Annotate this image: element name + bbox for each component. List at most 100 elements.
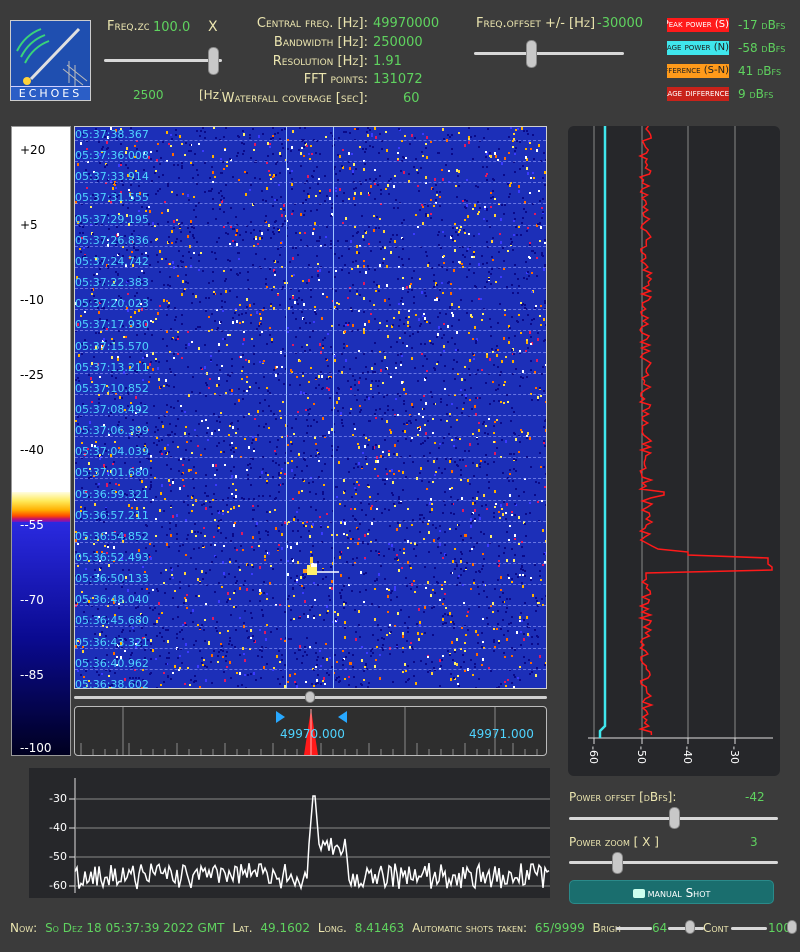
manual-shot-label: manual Shot (647, 886, 711, 900)
waterfall-gridline (75, 393, 546, 395)
freq-offset-label: Freq.offset +/- [Hz] (476, 16, 596, 31)
colorbar-blue-region (12, 522, 70, 755)
bottom-tick-label: -50 (49, 850, 67, 863)
central-freq-label: Central freq. [Hz]: (256, 16, 368, 31)
right-freq-label: 49971.000 (469, 727, 534, 741)
fft-points-label: FFT points: (303, 72, 368, 87)
legend-difference-value: 41 dBfs (738, 64, 782, 78)
waterfall-coverage-value: 60 (403, 91, 420, 106)
long-value: 8.41463 (354, 921, 405, 935)
color-scale-bar: +20 +5 --10 --25 --40 --55 --70 --85 --1… (11, 126, 71, 756)
waterfall-gridline (75, 330, 546, 332)
waterfall-gridline (75, 224, 546, 226)
freq-zoom-unit-hz: [Hz] (199, 88, 221, 102)
manual-shot-button[interactable]: manual Shot (569, 880, 774, 904)
power-spectrum-panel: -60 -50 -40 -30 (568, 126, 780, 776)
waterfall-gridline (75, 626, 546, 628)
power-offset-slider-handle[interactable] (668, 807, 680, 829)
waterfall-gridline (75, 584, 546, 586)
waterfall-gridline (75, 288, 546, 290)
echoes-logo: ECHOES (10, 20, 91, 101)
freq-zoom-unit-x: X (208, 19, 218, 35)
bottom-tick-label: -40 (49, 821, 67, 834)
resolution-value: 1.91 (373, 54, 402, 69)
long-label: Long. (317, 921, 347, 935)
waterfall-coverage-label: Waterfall coverage [sec]: (221, 91, 368, 106)
waterfall-gridline (75, 436, 546, 438)
colorbar-white-region (12, 127, 70, 492)
now-label: Now: (10, 921, 38, 935)
waterfall-gridline (75, 266, 546, 268)
waterfall-gridline (75, 499, 546, 501)
right-arrow-icon[interactable] (276, 711, 285, 723)
contrast-slider-track[interactable] (731, 927, 767, 930)
spectrum-tick-label: -60 (587, 746, 600, 764)
now-value: So Dez 18 05:37:39 2022 GMT (45, 921, 225, 935)
waterfall-gridline (75, 351, 546, 353)
brightness-slider-track[interactable] (616, 927, 652, 930)
legend-average-difference-value: 9 dBfs (738, 87, 774, 101)
power-offset-value: -42 (745, 790, 765, 804)
waterfall-scroll-handle[interactable] (305, 691, 315, 703)
average-power-line (598, 126, 607, 738)
status-bar: Now: So Dez 18 05:37:39 2022 GMT Lat. 49… (10, 921, 625, 935)
freq-offset-slider-handle[interactable] (526, 40, 537, 68)
waterfall-gridline (75, 563, 546, 564)
colorbar-label: --25 (20, 368, 44, 382)
freq-zoom-label: Freq.zo (107, 19, 149, 34)
legend-average-difference: Average difference (667, 87, 729, 101)
spectrum-tick-label: -40 (681, 746, 694, 764)
waterfall-gridline (75, 182, 546, 184)
lat-label: Lat. (232, 921, 253, 935)
waterfall-gridline (75, 245, 546, 247)
freq-zoom-value: 100.0 (153, 20, 191, 35)
central-freq-value: 49970000 (373, 16, 440, 31)
power-zoom-value: 3 (750, 835, 758, 849)
colorbar-label: --10 (20, 293, 44, 307)
freq-zoom-slider-handle[interactable] (207, 47, 219, 75)
waterfall-gridline (75, 372, 546, 374)
freq-zoom-min-value: 2500 (133, 88, 164, 102)
power-zoom-slider-handle[interactable] (612, 852, 624, 874)
contrast-label: Cont (703, 921, 729, 935)
logo-text: ECHOES (11, 86, 90, 100)
power-trace (74, 795, 550, 891)
resolution-label: Resolution [Hz]: (272, 54, 368, 69)
waterfall-gridline (75, 414, 546, 416)
power-zoom-slider-track[interactable] (569, 861, 778, 864)
power-offset-label: Power offset [dBfs]: (569, 790, 677, 804)
waterfall-gridline (75, 203, 546, 205)
waterfall-gridline (75, 457, 546, 459)
freq-zoom-slider-track[interactable] (104, 59, 222, 62)
brightness-slider-handle[interactable] (685, 920, 695, 934)
brightness-value: 64 (652, 921, 668, 935)
colorbar-label: +20 (20, 143, 46, 157)
power-zoom-label: Power zoom [ X ] (569, 835, 659, 849)
frequency-ruler[interactable]: 49970.000 49971.000 (74, 706, 547, 756)
waterfall-display[interactable]: 05:37:38.367 05:37:36.008 05:37:33.914 05:3… (74, 126, 547, 689)
contrast-slider-handle[interactable] (787, 920, 797, 934)
power-spectrum-plot (588, 126, 773, 744)
fft-points-value: 131072 (373, 72, 423, 87)
waterfall-gridline (75, 309, 546, 311)
colorbar-label: --70 (20, 593, 44, 607)
bottom-tick-label: -60 (49, 879, 67, 892)
bandwidth-label: Bandwidth [Hz]: (273, 35, 368, 50)
peak-power-line (637, 126, 773, 736)
waterfall-gridline (75, 520, 546, 522)
waterfall-timestamp: 05:36:38.602 (75, 677, 149, 689)
waterfall-gridline (75, 478, 546, 480)
spectrum-tick-label: -30 (728, 746, 741, 764)
colorbar-label: +5 (20, 218, 38, 232)
left-arrow-icon[interactable] (338, 711, 347, 723)
legend-peak-power: Peak power (S) (667, 18, 729, 32)
waterfall-gridline (75, 140, 546, 141)
colorbar-label: --55 (20, 518, 44, 532)
lat-value: 49.1602 (260, 921, 311, 935)
bottom-tick-label: -30 (49, 792, 67, 805)
bandwidth-value: 250000 (373, 35, 423, 50)
freq-offset-slider-track[interactable] (474, 52, 624, 55)
colorbar-label: --40 (20, 443, 44, 457)
legend-average-power-value: -58 dBfs (738, 41, 786, 55)
legend-peak-power-value: -17 dBfs (738, 18, 786, 32)
